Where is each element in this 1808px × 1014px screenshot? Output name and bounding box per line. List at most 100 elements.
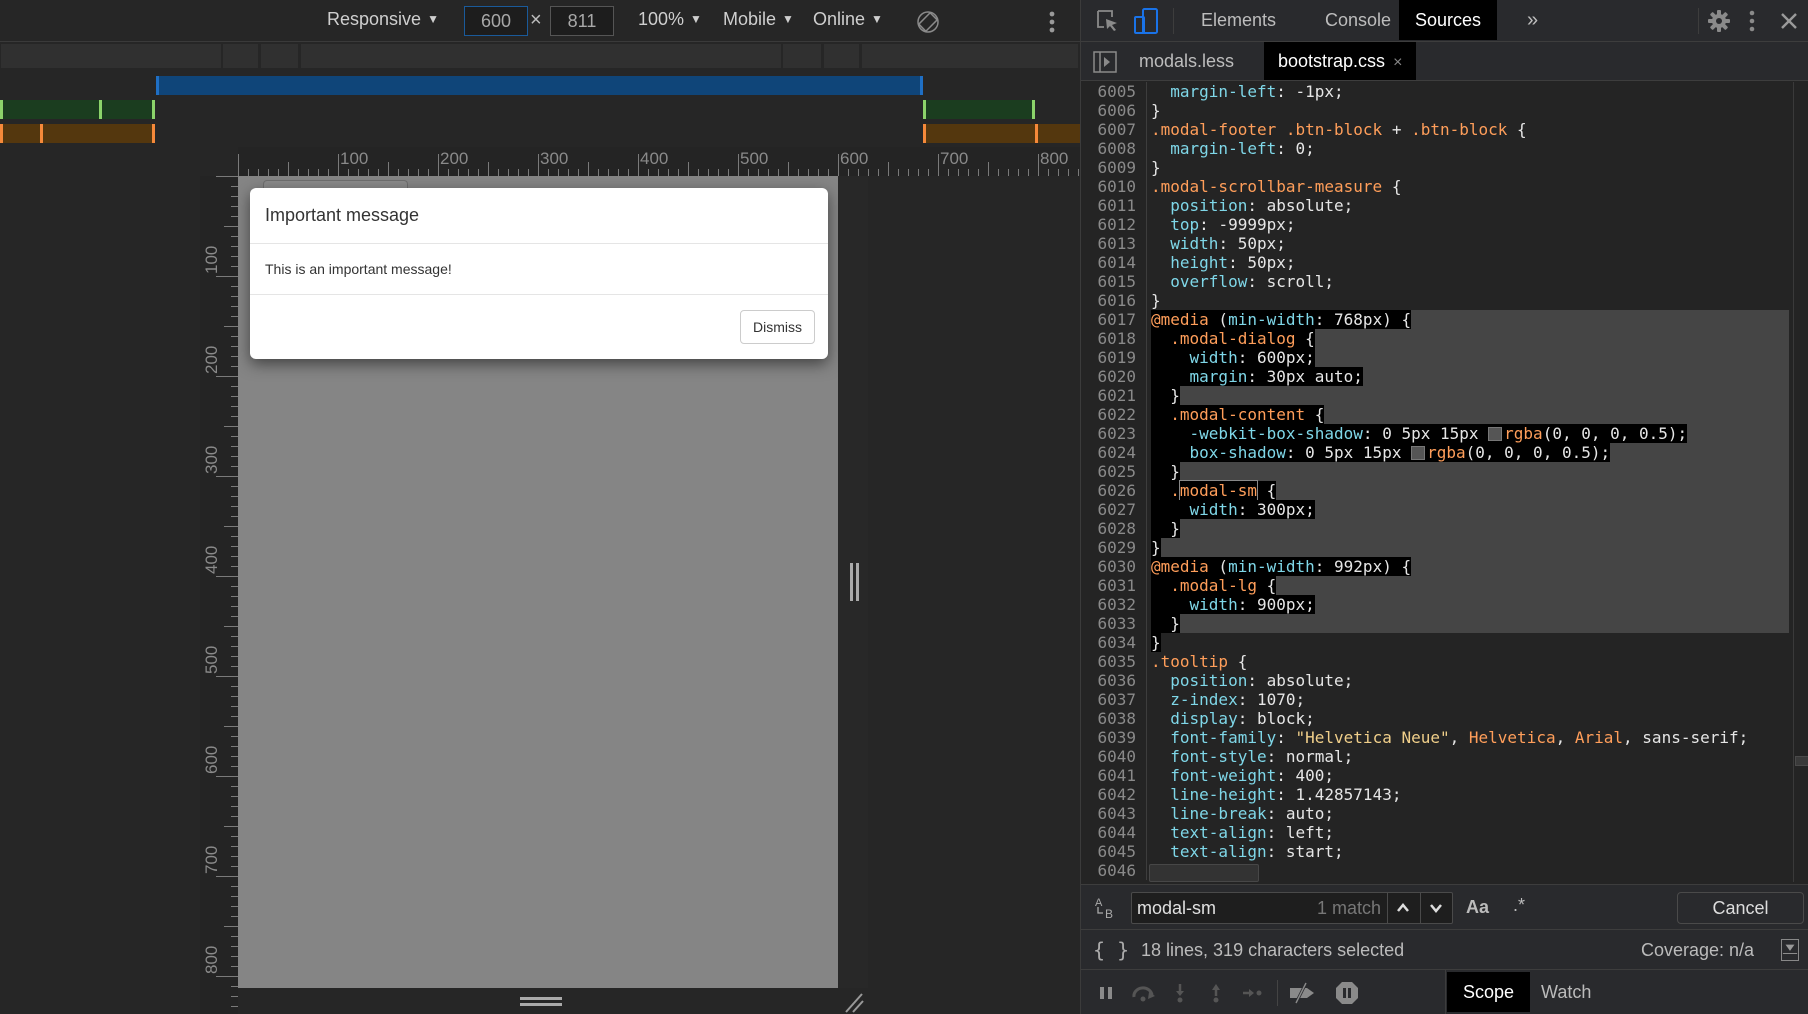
code-line[interactable]: 6015 overflow: scroll; <box>1081 272 1789 291</box>
line-number[interactable]: 6005 <box>1081 82 1147 101</box>
previous-match-button[interactable] <box>1387 893 1417 923</box>
line-number[interactable]: 6025 <box>1081 462 1147 481</box>
code-line[interactable]: 6010 .modal-scrollbar-measure { <box>1081 177 1789 196</box>
line-number[interactable]: 6032 <box>1081 595 1147 614</box>
code-line[interactable]: 6019 width: 600px; <box>1081 348 1789 367</box>
step-icon[interactable] <box>1241 982 1263 1004</box>
zoom-select[interactable]: 100% ▼ <box>638 9 702 30</box>
device-toggle-icon[interactable] <box>1133 8 1159 34</box>
device-select[interactable]: Responsive ▼ <box>327 9 439 30</box>
viewport-resize-handle-right[interactable] <box>838 176 868 988</box>
line-number[interactable]: 6022 <box>1081 405 1147 424</box>
code-line[interactable]: 6012 top: -9999px; <box>1081 215 1789 234</box>
code-line[interactable]: 6022 .modal-content { <box>1081 405 1789 424</box>
file-tab-bootstrap-css[interactable]: bootstrap.css × <box>1264 42 1417 80</box>
line-number[interactable]: 6016 <box>1081 291 1147 310</box>
max-width-media-bar[interactable] <box>156 76 923 95</box>
media-query-segment[interactable] <box>824 44 859 68</box>
code-line[interactable]: 6045 text-align: start; <box>1081 842 1789 861</box>
code-line[interactable]: 6009} <box>1081 158 1789 177</box>
code-line[interactable]: 6041 font-weight: 400; <box>1081 766 1789 785</box>
code-line[interactable]: 6024 box-shadow: 0 5px 15px rgba(0, 0, 0… <box>1081 443 1789 462</box>
match-case-button[interactable]: Aa <box>1466 897 1489 918</box>
code-line[interactable]: 6044 text-align: left; <box>1081 823 1789 842</box>
toggle-navigator-icon[interactable] <box>1093 50 1117 74</box>
line-number[interactable]: 6040 <box>1081 747 1147 766</box>
tab-scope[interactable]: Scope <box>1447 972 1531 1012</box>
line-number[interactable]: 6030 <box>1081 557 1147 576</box>
line-number[interactable]: 6031 <box>1081 576 1147 595</box>
media-query-segment[interactable] <box>862 44 1078 68</box>
code-line[interactable]: 6037 z-index: 1070; <box>1081 690 1789 709</box>
line-number[interactable]: 6012 <box>1081 215 1147 234</box>
line-number[interactable]: 6018 <box>1081 329 1147 348</box>
line-number[interactable]: 6033 <box>1081 614 1147 633</box>
scrollbar-thumb[interactable] <box>1795 756 1808 766</box>
more-tabs-button[interactable]: » <box>1511 0 1554 40</box>
file-tab-modals-less[interactable]: modals.less <box>1125 42 1248 80</box>
line-number[interactable]: 6008 <box>1081 139 1147 158</box>
step-out-icon[interactable] <box>1205 982 1227 1004</box>
line-number[interactable]: 6013 <box>1081 234 1147 253</box>
code-line[interactable]: 6033 } <box>1081 614 1789 633</box>
code-line[interactable]: 6034} <box>1081 633 1789 652</box>
close-icon[interactable] <box>1779 8 1799 34</box>
code-editor[interactable]: 6005 margin-left: -1px; 6006} 6007 .modal-f… <box>1081 82 1789 882</box>
line-number[interactable]: 6007 <box>1081 120 1147 139</box>
code-line[interactable]: 6043 line-break: auto; <box>1081 804 1789 823</box>
code-line[interactable]: 6027 width: 300px; <box>1081 500 1789 519</box>
line-number[interactable]: 6037 <box>1081 690 1147 709</box>
code-line[interactable]: 6026 .modal-sm { <box>1081 480 1789 501</box>
line-number[interactable]: 6020 <box>1081 367 1147 386</box>
media-query-segment[interactable] <box>223 44 258 68</box>
line-number[interactable]: 6045 <box>1081 842 1147 861</box>
tab-sources[interactable]: Sources <box>1399 0 1498 40</box>
pretty-print-button[interactable]: { } <box>1093 938 1129 962</box>
pause-icon[interactable] <box>1095 982 1117 1004</box>
line-number[interactable]: 6026 <box>1081 481 1147 500</box>
editor-horizontal-scrollbar[interactable] <box>1149 864 1259 882</box>
code-line[interactable]: 6013 width: 50px; <box>1081 234 1789 253</box>
line-number[interactable]: 6028 <box>1081 519 1147 538</box>
code-line[interactable]: 6006} <box>1081 101 1789 120</box>
line-number[interactable]: 6014 <box>1081 253 1147 272</box>
code-line[interactable]: 6039 font-family: "Helvetica Neue", Helv… <box>1081 728 1789 747</box>
min-max-media-bar-right[interactable] <box>923 100 1035 119</box>
more-vertical-icon[interactable] <box>1048 10 1056 34</box>
line-number[interactable]: 6041 <box>1081 766 1147 785</box>
line-number[interactable]: 6010 <box>1081 177 1147 196</box>
regex-button[interactable]: .* <box>1513 895 1525 916</box>
device-type-select[interactable]: Mobile ▼ <box>723 9 794 30</box>
min-width-media-bar-right[interactable] <box>923 124 1080 143</box>
viewport-resize-handle-bottom[interactable] <box>238 988 838 1014</box>
next-match-button[interactable] <box>1420 893 1450 923</box>
media-query-segment[interactable] <box>261 44 298 68</box>
show-coverage-icon[interactable] <box>1781 939 1799 961</box>
code-line[interactable]: 6008 margin-left: 0; <box>1081 139 1789 158</box>
height-input[interactable]: 811 <box>550 6 614 36</box>
tab-elements[interactable]: Elements <box>1185 0 1292 40</box>
line-number[interactable]: 6009 <box>1081 158 1147 177</box>
line-number[interactable]: 6011 <box>1081 196 1147 215</box>
code-line[interactable]: 6040 font-style: normal; <box>1081 747 1789 766</box>
line-number[interactable]: 6017 <box>1081 310 1147 329</box>
code-line[interactable]: 6031 .modal-lg { <box>1081 576 1789 595</box>
line-number[interactable]: 6043 <box>1081 804 1147 823</box>
line-number[interactable]: 6044 <box>1081 823 1147 842</box>
throttle-select[interactable]: Online ▼ <box>813 9 883 30</box>
tab-console[interactable]: Console <box>1309 0 1407 40</box>
line-number[interactable]: 6024 <box>1081 443 1147 462</box>
step-into-icon[interactable] <box>1169 982 1191 1004</box>
pause-on-exceptions-icon[interactable] <box>1335 981 1359 1005</box>
min-max-media-bar-left[interactable] <box>0 100 155 119</box>
code-line[interactable]: 6023 -webkit-box-shadow: 0 5px 15px rgba… <box>1081 424 1789 443</box>
media-query-segment[interactable] <box>1 44 221 68</box>
code-line[interactable]: 6042 line-height: 1.42857143; <box>1081 785 1789 804</box>
code-line[interactable]: 6020 margin: 30px auto; <box>1081 367 1789 386</box>
code-line[interactable]: 6017 @media (min-width: 768px) { <box>1081 310 1789 329</box>
line-number[interactable]: 6006 <box>1081 101 1147 120</box>
code-line[interactable]: 6014 height: 50px; <box>1081 253 1789 272</box>
line-number[interactable]: 6036 <box>1081 671 1147 690</box>
close-tab-icon[interactable]: × <box>1393 54 1402 71</box>
line-number[interactable]: 6046 <box>1081 861 1147 880</box>
